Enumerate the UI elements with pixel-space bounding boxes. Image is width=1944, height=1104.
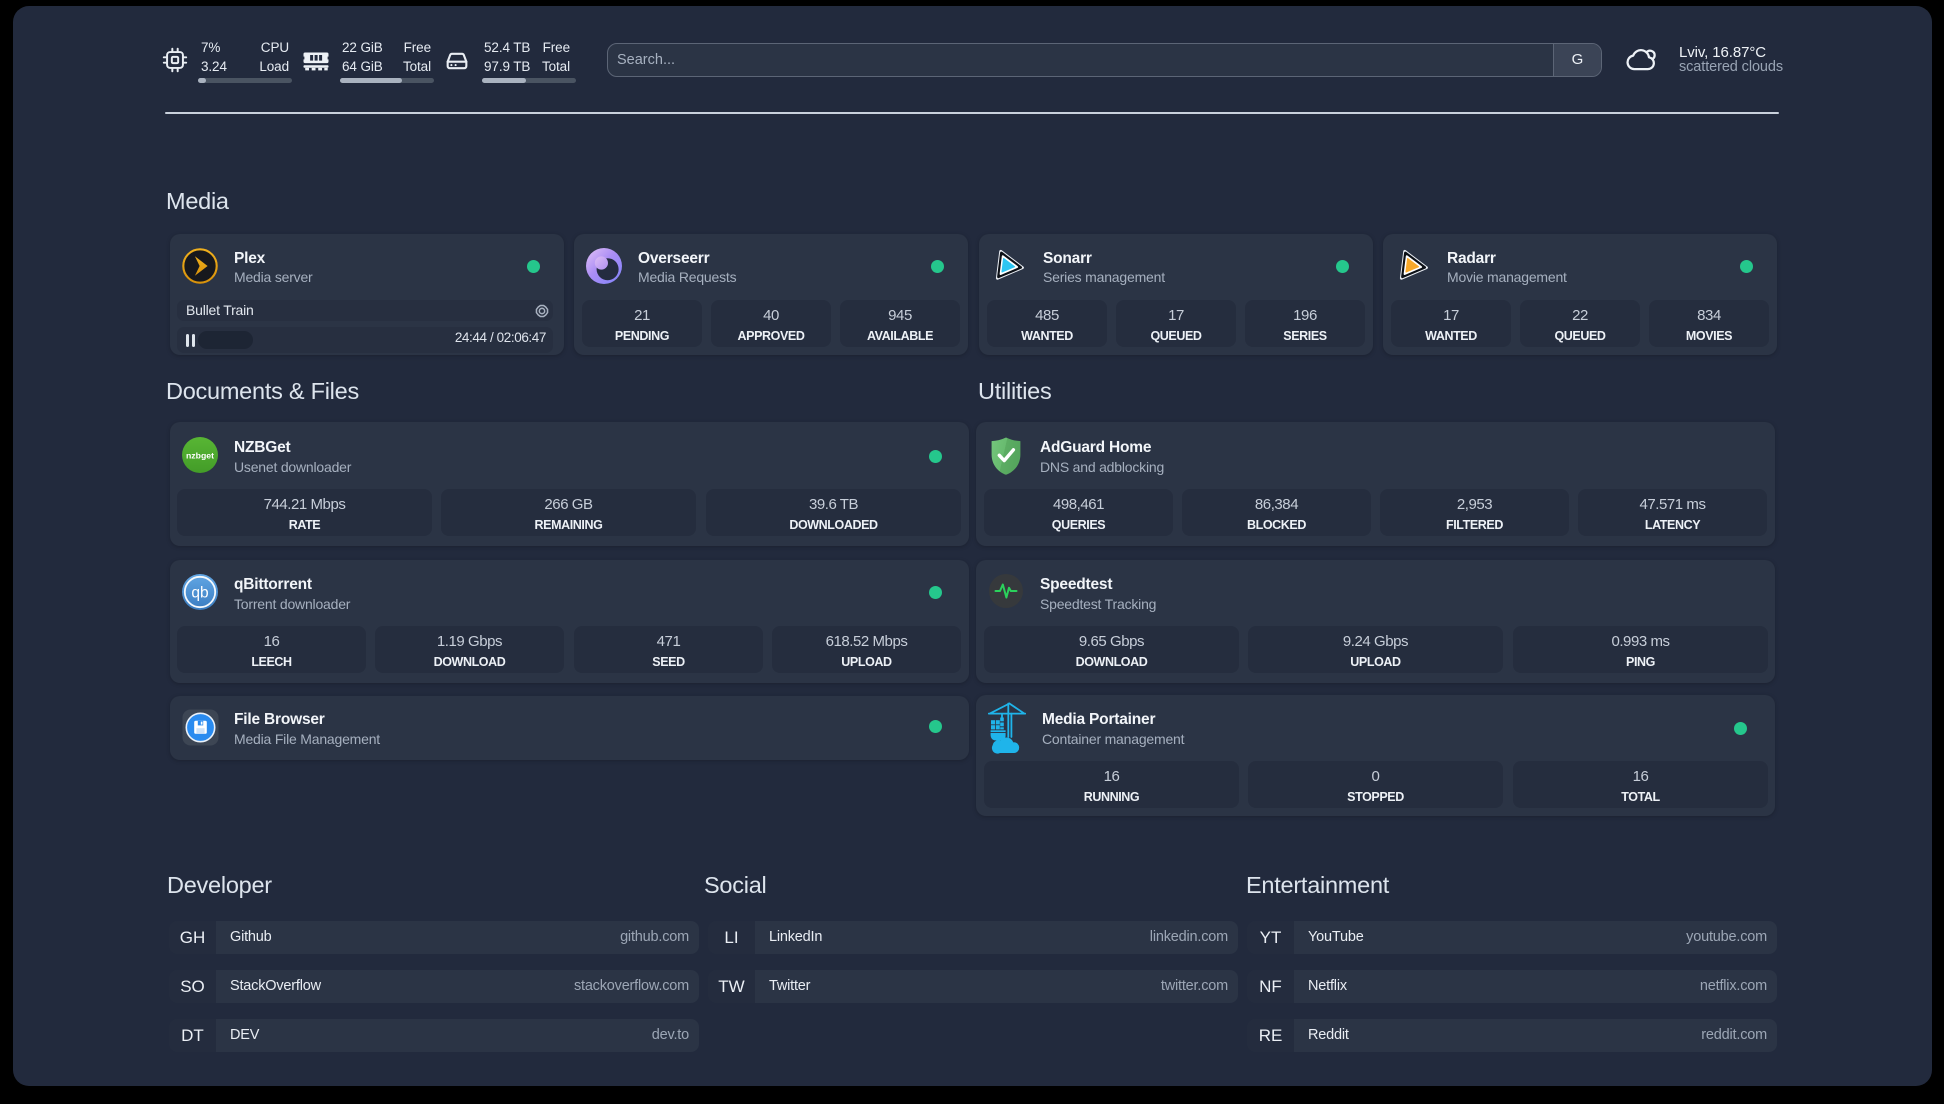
svg-text:nzbget: nzbget: [186, 451, 214, 461]
svg-text:qb: qb: [191, 584, 208, 601]
